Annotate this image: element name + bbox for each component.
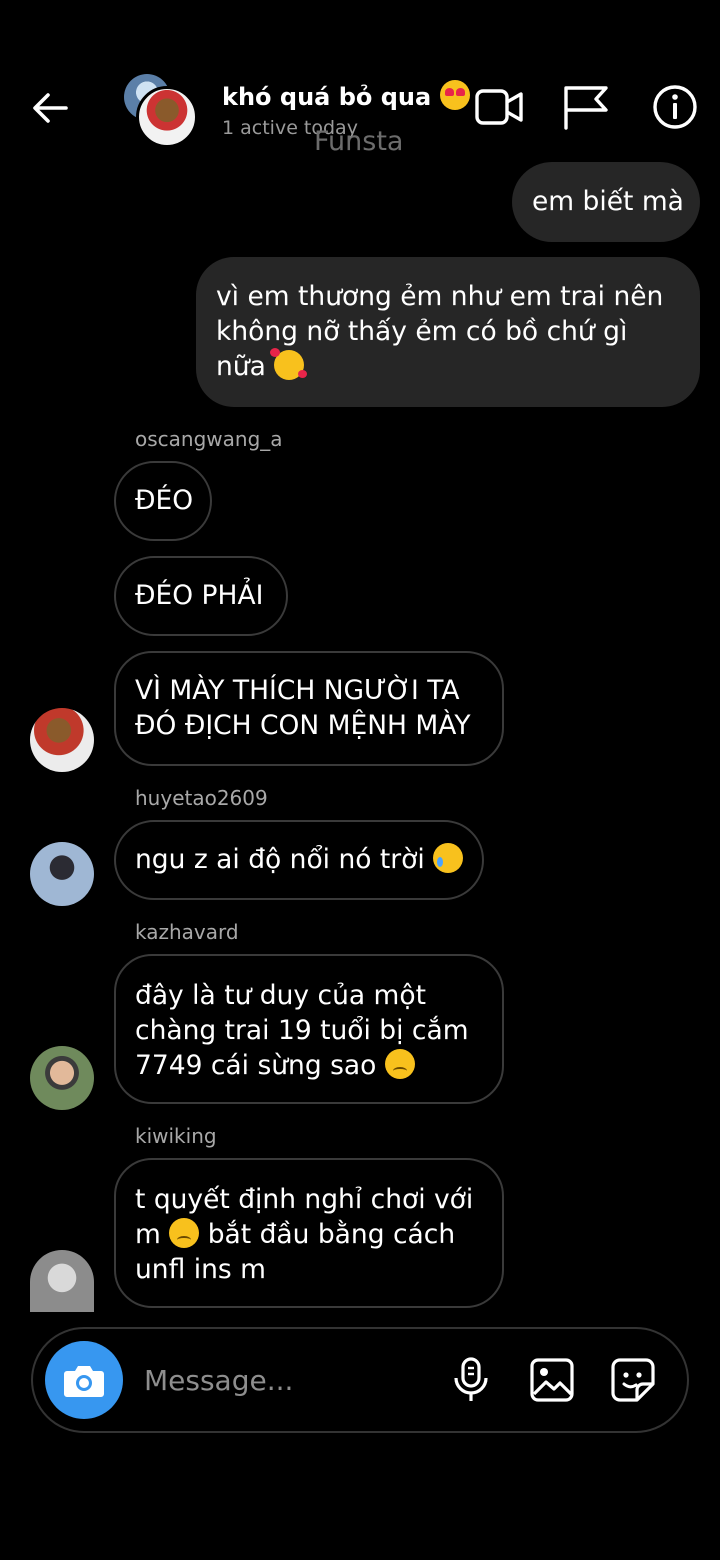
info-icon (653, 85, 697, 129)
received-message[interactable]: ĐÉO (114, 461, 212, 541)
message-text-line: m (135, 1219, 161, 1250)
received-message[interactable]: ngu z ai độ nổi nó trời (114, 820, 484, 900)
message-text: ĐÉO PHẢI (135, 580, 264, 611)
message-text-line: unfl ins m (135, 1254, 266, 1285)
sent-message[interactable]: em biết mà (512, 162, 700, 242)
image-icon (530, 1358, 574, 1402)
microphone-icon (454, 1357, 488, 1401)
sent-message[interactable]: vì em thương ẻm như em trai nên không nỡ… (196, 257, 700, 407)
message-text-line: VÌ MÀY THÍCH NGƯỜI TA (135, 675, 460, 706)
message-text-line: ĐÓ ĐỊCH CON MỆNH MÀY (135, 710, 471, 741)
sender-name[interactable]: huyetao2609 (135, 786, 268, 810)
crying-emoji-icon (433, 843, 464, 873)
chat-title-text: khó quá bỏ qua (222, 83, 432, 111)
disappointed-emoji-icon (169, 1218, 200, 1248)
message-input[interactable] (144, 1356, 434, 1404)
video-camera-icon (475, 89, 523, 125)
camera-button[interactable] (45, 1341, 123, 1419)
disappointed-emoji-icon (384, 1049, 415, 1079)
sticker-button[interactable] (610, 1356, 656, 1404)
info-button[interactable] (650, 82, 700, 132)
voice-message-button[interactable] (448, 1356, 494, 1404)
heart-eyes-emoji-icon (439, 80, 470, 110)
message-text-line: 7749 cái sừng sao (135, 1050, 377, 1081)
message-text-line: bắt đầu bằng cách (207, 1219, 456, 1250)
message-text: ĐÉO (135, 485, 194, 516)
avatar (136, 86, 198, 148)
sticker-icon (611, 1358, 655, 1402)
account-label: Funsta (314, 126, 404, 157)
sender-name[interactable]: oscangwang_a (135, 427, 283, 451)
received-message[interactable]: ĐÉO PHẢI (114, 556, 288, 636)
smiling-hearts-emoji-icon (270, 348, 308, 380)
message-text-line: không nỡ thấy ẻm có bồ chứ gì (216, 316, 628, 347)
message-text: em biết mà (532, 186, 684, 217)
received-message[interactable]: t quyết định nghỉ chơi với m bắt đầu bằn… (114, 1158, 504, 1308)
flag-icon (564, 86, 608, 130)
avatar[interactable] (30, 1046, 94, 1110)
message-text-line: chàng trai 19 tuổi bị cắm (135, 1015, 469, 1046)
message-text-line: t quyết định nghỉ chơi với (135, 1184, 474, 1215)
back-button[interactable] (30, 88, 70, 128)
sender-name[interactable]: kiwiking (135, 1124, 217, 1148)
camera-icon (64, 1366, 104, 1397)
chat-title[interactable]: khó quá bỏ qua (222, 80, 470, 111)
message-text: ngu z ai độ nổi nó trời (135, 844, 425, 875)
received-message[interactable]: VÌ MÀY THÍCH NGƯỜI TA ĐÓ ĐỊCH CON MỆNH M… (114, 651, 504, 766)
avatar[interactable] (30, 708, 94, 772)
arrow-left-icon (33, 93, 68, 123)
report-button[interactable] (562, 82, 612, 132)
group-avatar[interactable] (124, 74, 198, 148)
sender-name[interactable]: kazhavard (135, 920, 239, 944)
message-text-line: đây là tư duy của một (135, 980, 426, 1011)
message-text-line: vì em thương ẻm như em trai nên (216, 281, 664, 312)
gallery-button[interactable] (529, 1356, 575, 1404)
received-message[interactable]: đây là tư duy của một chàng trai 19 tuổi… (114, 954, 504, 1104)
message-text-line: nữa (216, 351, 266, 382)
video-call-button[interactable] (474, 82, 524, 132)
avatar[interactable] (30, 842, 94, 906)
avatar[interactable] (30, 1250, 94, 1312)
